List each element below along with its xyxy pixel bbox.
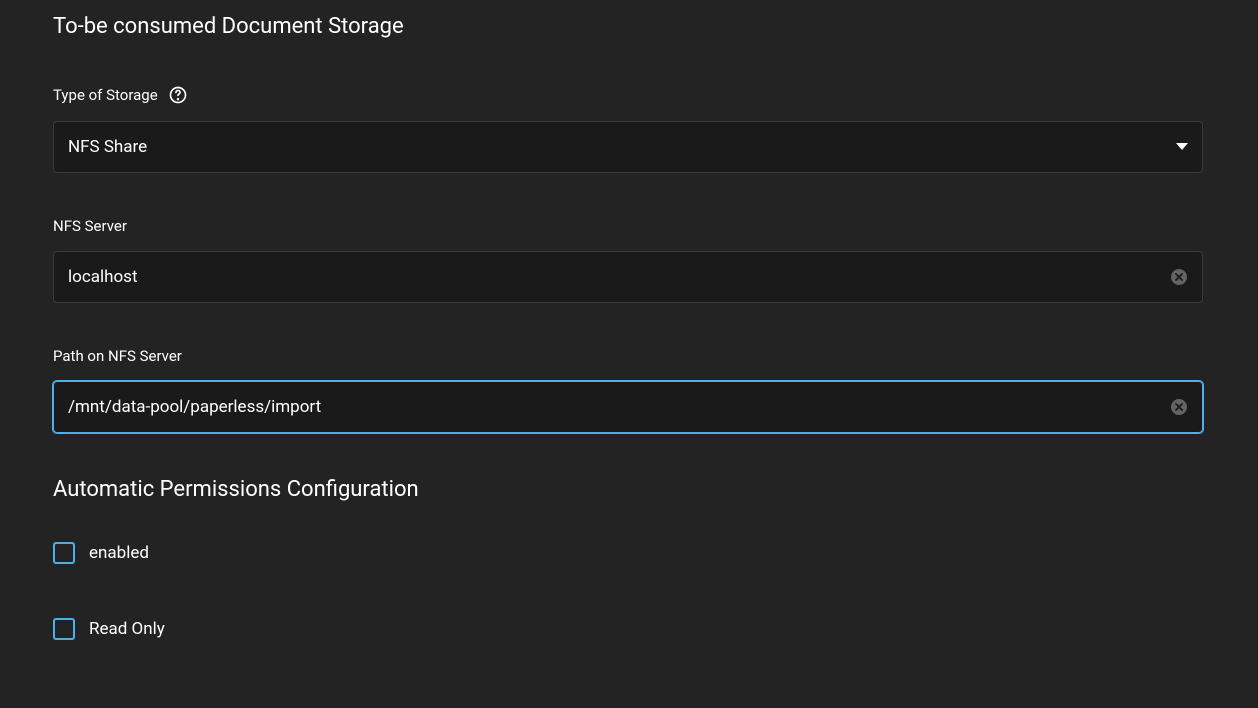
clear-icon[interactable] — [1170, 268, 1188, 286]
clear-icon[interactable] — [1170, 398, 1188, 416]
nfs-path-label-row: Path on NFS Server — [53, 347, 1203, 365]
permissions-title: Automatic Permissions Configuration — [53, 477, 1203, 502]
enabled-label: enabled — [89, 543, 149, 563]
storage-type-value: NFS Share — [68, 137, 1176, 157]
storage-type-field: Type of Storage NFS Share — [53, 85, 1203, 173]
section-title: To-be consumed Document Storage — [53, 14, 1203, 39]
nfs-path-label: Path on NFS Server — [53, 347, 182, 365]
storage-type-label: Type of Storage — [53, 86, 158, 104]
nfs-path-input[interactable] — [68, 397, 1170, 417]
storage-type-label-row: Type of Storage — [53, 85, 1203, 105]
nfs-path-field: Path on NFS Server — [53, 347, 1203, 433]
nfs-server-input-wrapper — [53, 251, 1203, 303]
storage-type-select[interactable]: NFS Share — [53, 121, 1203, 173]
enabled-checkbox-row: enabled — [53, 542, 1203, 564]
nfs-path-input-wrapper — [53, 381, 1203, 433]
chevron-down-icon — [1176, 141, 1188, 153]
enabled-checkbox[interactable] — [53, 542, 75, 564]
nfs-server-label-row: NFS Server — [53, 217, 1203, 235]
readonly-checkbox[interactable] — [53, 618, 75, 640]
readonly-label: Read Only — [89, 619, 165, 639]
nfs-server-label: NFS Server — [53, 217, 127, 235]
readonly-checkbox-row: Read Only — [53, 618, 1203, 640]
help-icon[interactable] — [168, 85, 188, 105]
nfs-server-field: NFS Server — [53, 217, 1203, 303]
nfs-server-input[interactable] — [68, 267, 1170, 287]
